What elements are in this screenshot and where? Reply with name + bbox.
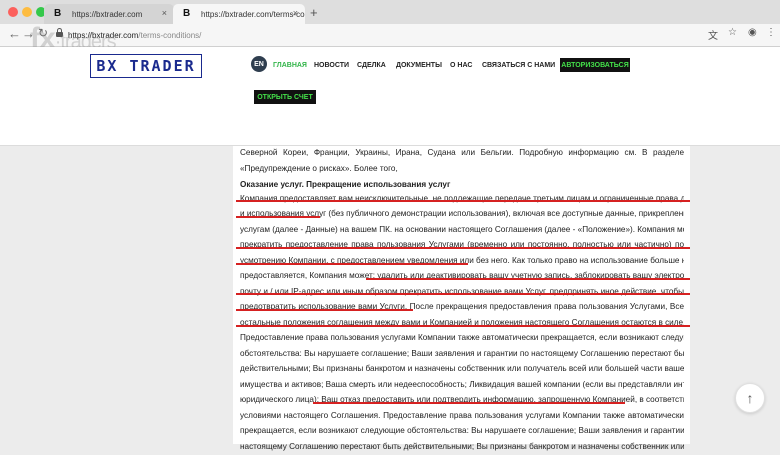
text-line: услугам (далее - Данные) на вашем ПК. на…: [240, 225, 684, 234]
text-line: настоящему Соглашению перестают быть дей…: [240, 442, 684, 451]
tab-bxtrader-home[interactable]: B https://bxtrader.com ×: [44, 4, 174, 24]
site-logo[interactable]: BX TRADER: [90, 54, 202, 78]
login-button[interactable]: АВТОРИЗОВАТЬСЯ: [560, 58, 630, 72]
tab-close-icon[interactable]: ×: [162, 8, 167, 18]
annotation-underline: [236, 293, 690, 295]
annotation-underline: [236, 325, 690, 327]
favicon-icon: B: [54, 8, 62, 19]
text-line: Северной Кореи, Франции, Украины, Ирана,…: [240, 148, 684, 157]
tab-close-icon[interactable]: ×: [293, 8, 298, 18]
terms-page: Северной Кореи, Франции, Украины, Ирана,…: [233, 146, 690, 451]
close-window-button[interactable]: [8, 7, 18, 17]
text-line: предоставляется, Компания может: удалить…: [240, 271, 684, 280]
annotation-underline: [366, 278, 690, 280]
favicon-icon: B: [183, 8, 191, 19]
nav-news[interactable]: НОВОСТИ: [314, 62, 349, 69]
nav-documents[interactable]: ДОКУМЕНТЫ: [396, 62, 442, 69]
tab-title: https://bxtrader.com: [72, 9, 143, 19]
site-header: BX TRADER EN ГЛАВНАЯ НОВОСТИ СДЕЛКА ДОКУ…: [0, 47, 780, 146]
text-line: Предоставление права пользования услугам…: [240, 333, 684, 342]
account-icon[interactable]: ◉: [748, 27, 757, 38]
text-line: прекратить предоставление права пользова…: [240, 240, 684, 249]
language-switcher[interactable]: EN: [251, 56, 267, 72]
translate-icon[interactable]: 文: [708, 27, 718, 42]
menu-icon[interactable]: ⋮: [766, 27, 776, 38]
nav-home[interactable]: ГЛАВНАЯ: [273, 62, 307, 69]
nav-deal[interactable]: СДЕЛКА: [357, 62, 386, 69]
nav-contact[interactable]: СВЯЗАТЬСЯ С НАМИ: [482, 62, 555, 69]
tab-terms-conditions[interactable]: B https://bxtrader.com/terms-co ×: [173, 4, 305, 24]
annotation-underline: [236, 216, 320, 218]
text-line: «Предупреждение о рисках». Более того,: [240, 164, 398, 173]
address-bar[interactable]: https://bxtrader.com/terms-conditions/: [56, 27, 696, 43]
content-area: Северной Кореи, Франции, Украины, Ирана,…: [0, 146, 780, 451]
text-line: условиями настоящего Соглашения. Предост…: [240, 411, 684, 420]
open-account-button[interactable]: ОТКРЫТЬ СЧЕТ: [254, 90, 316, 104]
text-line: усмотрению Компании, с предоставлением у…: [240, 256, 684, 265]
nav-about[interactable]: О НАС: [450, 62, 472, 69]
star-icon[interactable]: ☆: [728, 27, 737, 38]
scroll-to-top-button[interactable]: ↑: [735, 383, 765, 413]
tab-title: https://bxtrader.com/terms-co: [201, 9, 305, 19]
browser-toolbar: ← → ↻ https://bxtrader.com/terms-conditi…: [0, 24, 780, 47]
new-tab-button[interactable]: +: [310, 5, 318, 20]
annotation-underline: [236, 247, 690, 249]
browser-titlebar: B https://bxtrader.com × B https://bxtra…: [0, 0, 780, 24]
annotation-underline: [236, 309, 413, 311]
text-line: и использования услуг (без публичного де…: [240, 209, 684, 218]
back-icon[interactable]: ←: [8, 26, 21, 41]
annotation-underline: [236, 263, 468, 265]
text-line: прекращается, если возникают следующие о…: [240, 426, 684, 435]
text-line: предотвратить использование вами Услуги.…: [240, 302, 684, 311]
text-line: действительными; Вы признаны банкротом и…: [240, 364, 684, 373]
text-line: имущества и активов; Ваша смерть или нед…: [240, 380, 684, 389]
text-line: остальные положения соглашения между вам…: [240, 318, 684, 327]
minimize-window-button[interactable]: [22, 7, 32, 17]
annotation-underline: [236, 200, 690, 202]
text-line: юридического лица); Ваш отказ предостави…: [240, 395, 684, 404]
annotation-underline: [313, 402, 625, 404]
text-line: обстоятельства: Вы нарушаете соглашение;…: [240, 349, 684, 358]
